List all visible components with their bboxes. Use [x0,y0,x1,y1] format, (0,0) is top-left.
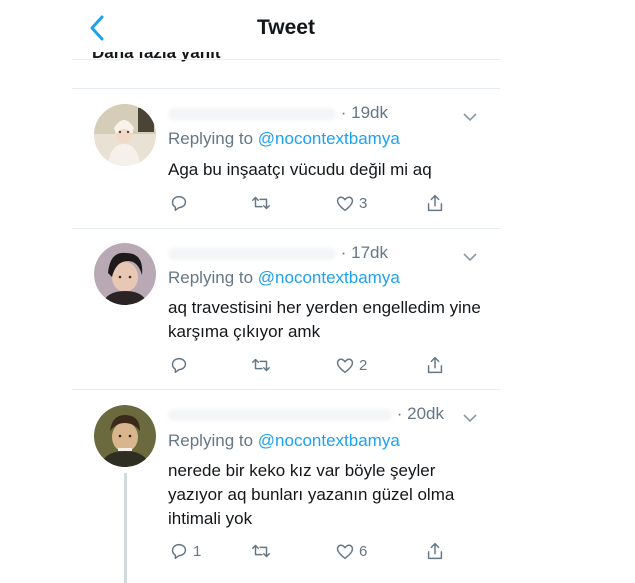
retweet-icon [252,196,270,210]
like-count: 2 [359,356,368,374]
mention-link[interactable]: @nocontextbamya [258,268,400,287]
tweet-actions: 1 6 [168,538,468,564]
page-title: Tweet [257,16,315,39]
timestamp: · 19dk [340,103,388,122]
tweet-actions: 2 [168,352,468,378]
replying-to: Replying to @nocontextbamya [168,431,400,451]
reply-icon [171,357,187,374]
retweet-icon [252,544,270,558]
replying-to-label: Replying to [168,268,254,287]
like-icon [336,196,354,212]
retweet-button[interactable] [250,352,275,378]
retweet-button[interactable] [250,538,275,564]
tweet-meta: · 19dk [168,103,388,123]
replying-to-label: Replying to [168,129,254,148]
share-icon [427,194,443,212]
like-count: 3 [359,194,368,212]
avatar[interactable] [94,405,156,467]
like-count: 6 [359,542,368,560]
tweet-meta: · 17dk [168,243,388,263]
tweet-text: nerede bir keko kız var böyle şeyler yaz… [168,461,455,528]
tweet-text: Aga bu inşaatçı vücudu değil mi aq [168,160,432,179]
like-icon [336,358,354,374]
timestamp: · 20dk [396,404,444,423]
share-button[interactable] [424,352,446,378]
reply-icon [171,195,187,212]
screenshot-canvas: Tweet Daha fazla yanıt · 19dk Replying t… [0,0,635,583]
avatar[interactable] [94,104,156,166]
thread-connector [124,473,127,583]
retweet-icon [252,358,270,372]
like-icon [336,544,354,560]
share-icon [427,356,443,374]
tweet-actions: 3 [168,190,468,216]
tweet-menu-button[interactable] [462,250,478,262]
top-bar: Tweet [72,0,500,58]
tweet-detail-screen: Tweet Daha fazla yanıt · 19dk Replying t… [72,0,500,583]
reply-button[interactable] [168,352,193,378]
like-button[interactable]: 6 [334,538,367,564]
tweet-text: aq travestisini her yerden engelledim yi… [168,298,481,341]
divider [72,389,500,390]
retweet-button[interactable] [250,190,275,216]
reply-button[interactable] [168,190,193,216]
avatar-photo [94,405,156,467]
redacted-username [168,408,392,421]
reply-button[interactable]: 1 [168,538,201,564]
avatar[interactable] [94,243,156,305]
avatar-photo [94,243,156,305]
chevron-down-icon [463,113,477,122]
chevron-down-icon [463,253,477,262]
replying-to: Replying to @nocontextbamya [168,268,400,288]
replying-to: Replying to @nocontextbamya [168,129,400,149]
tweet-meta: · 20dk [168,404,444,424]
share-button[interactable] [424,190,446,216]
like-button[interactable]: 2 [334,352,367,378]
mention-link[interactable]: @nocontextbamya [258,431,400,450]
redacted-username [168,107,336,120]
reply-count: 1 [193,542,202,560]
reply-icon [171,543,187,560]
avatar-photo [94,104,156,166]
tweet-menu-button[interactable] [462,411,478,423]
timestamp: · 17dk [340,243,388,262]
tweet-menu-button[interactable] [462,110,478,122]
mention-link[interactable]: @nocontextbamya [258,129,400,148]
chevron-down-icon [463,414,477,423]
divider [72,228,500,229]
redacted-username [168,247,336,260]
share-button[interactable] [424,538,446,564]
like-button[interactable]: 3 [334,190,367,216]
header-divider [72,59,500,60]
share-icon [427,542,443,560]
divider [72,88,500,89]
replying-to-label: Replying to [168,431,254,450]
